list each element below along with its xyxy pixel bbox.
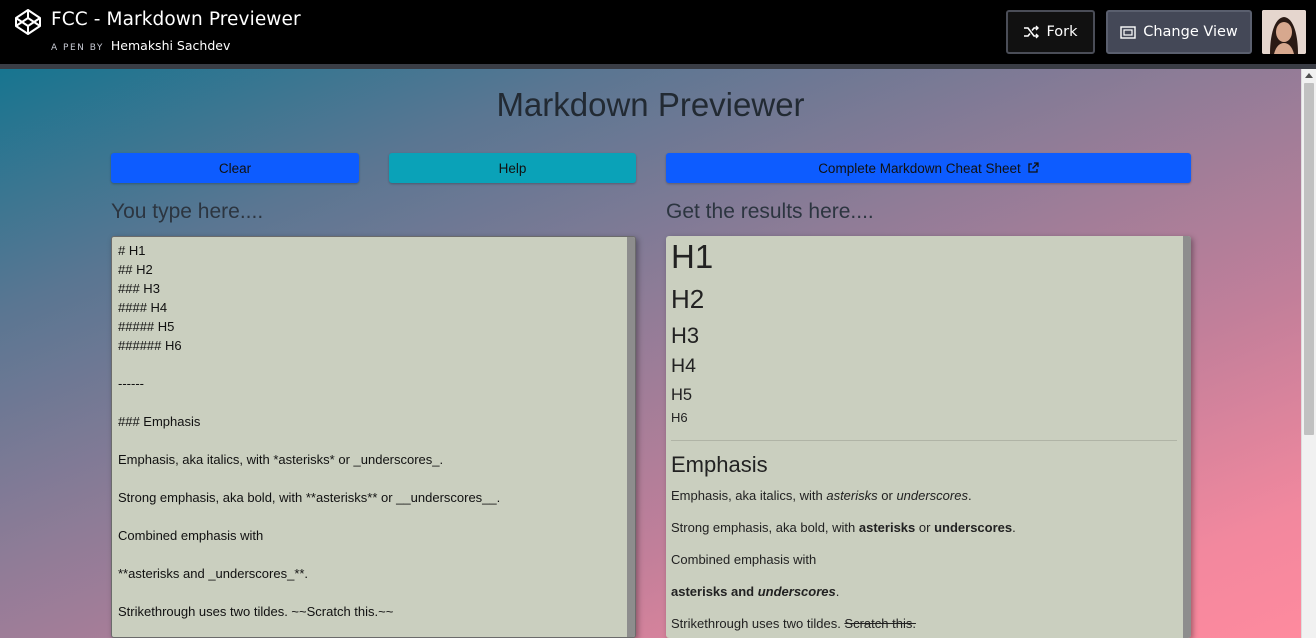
- scrollbar-thumb[interactable]: [1304, 83, 1314, 435]
- scroll-up-arrow-icon[interactable]: [1305, 73, 1313, 78]
- change-view-button[interactable]: Change View: [1106, 10, 1252, 54]
- help-button[interactable]: Help: [389, 153, 636, 183]
- help-label: Help: [498, 160, 527, 176]
- preview-strikethrough-paragraph: Strikethrough uses two tildes. Scratch t…: [671, 616, 916, 631]
- preview-h5: H5: [671, 386, 693, 404]
- pen-author-link[interactable]: Hemakshi Sachdev: [111, 38, 230, 53]
- preview-h2: H2: [671, 284, 705, 314]
- editor-textarea[interactable]: # H1 ## H2 ### H3 #### H4 ##### H5 #####…: [118, 241, 623, 621]
- markdown-preview: H1 H2 H3 H4 H5 H6 Emphasis Emphasis, aka…: [666, 236, 1191, 638]
- change-view-label: Change View: [1143, 24, 1238, 40]
- preview-label: Get the results here....: [666, 200, 874, 223]
- external-link-icon: [1028, 162, 1039, 173]
- preview-italics-paragraph: Emphasis, aka italics, with asterisks or…: [671, 488, 972, 503]
- preview-combined-paragraph: Combined emphasis with: [671, 552, 817, 567]
- preview-bold-paragraph: Strong emphasis, aka bold, with asterisk…: [671, 520, 1016, 535]
- cheat-sheet-label: Complete Markdown Cheat Sheet: [818, 160, 1021, 176]
- pen-title[interactable]: FCC - Markdown Previewer: [51, 9, 301, 30]
- clear-button[interactable]: Clear: [111, 153, 359, 183]
- editor-scroll-edge: [627, 237, 635, 637]
- pen-author-line: A PEN BY Hemakshi Sachdev: [51, 38, 230, 53]
- page-scrollbar[interactable]: [1301, 69, 1316, 638]
- preview-horizontal-rule: [671, 440, 1177, 441]
- preview-h1: H1: [671, 238, 714, 275]
- preview-h6: H6: [671, 410, 688, 425]
- preview-h3: H3: [671, 323, 700, 348]
- avatar-image: [1262, 10, 1306, 54]
- preview-scroll-edge: [1183, 236, 1191, 638]
- fork-button[interactable]: Fork: [1006, 10, 1095, 54]
- cheat-sheet-button[interactable]: Complete Markdown Cheat Sheet: [666, 153, 1191, 183]
- pen-by-label: A PEN BY: [51, 43, 104, 53]
- preview-h4: H4: [671, 355, 696, 377]
- clear-label: Clear: [218, 160, 252, 176]
- preview-emphasis-heading: Emphasis: [671, 452, 768, 477]
- fork-icon: [1024, 25, 1040, 39]
- preview-combined-emphasis: asterisks and underscores.: [671, 584, 840, 599]
- layout-icon: [1120, 25, 1136, 39]
- codepen-logo-icon[interactable]: [14, 8, 42, 36]
- user-avatar[interactable]: [1262, 10, 1306, 54]
- markdown-editor[interactable]: # H1 ## H2 ### H3 #### H4 ##### H5 #####…: [111, 236, 636, 638]
- page-title: Markdown Previewer: [496, 86, 805, 123]
- fork-label: Fork: [1046, 24, 1078, 40]
- codepen-header: FCC - Markdown Previewer A PEN BY Hemaks…: [0, 0, 1316, 64]
- editor-label: You type here....: [111, 200, 264, 223]
